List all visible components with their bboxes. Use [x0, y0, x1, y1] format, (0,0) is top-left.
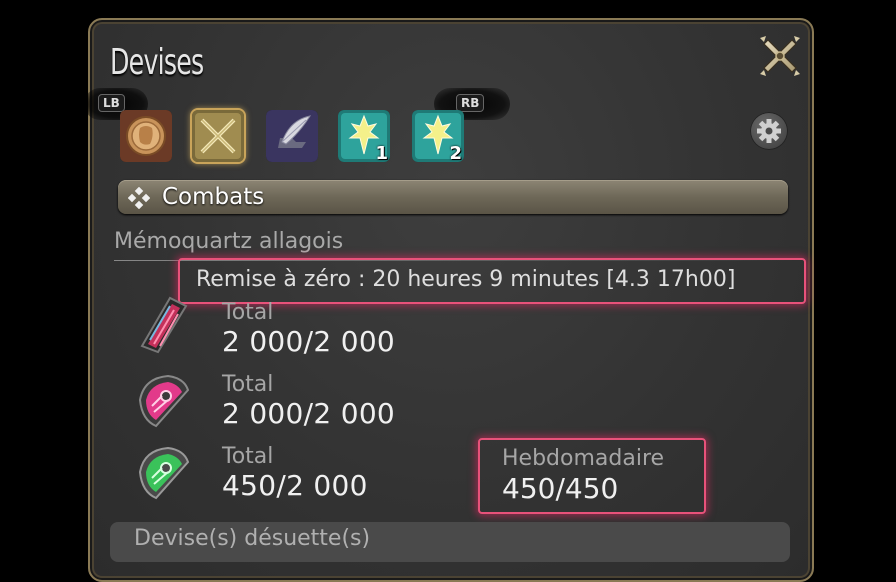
reset-timer-text: Remise à zéro : 20 heures 9 minutes [4.3…	[196, 267, 736, 292]
tab-gil[interactable]	[120, 110, 172, 162]
reset-timer: Remise à zéro : 20 heures 9 minutes [4.3…	[178, 258, 806, 304]
currency-row-1-total-value: 2 000/2 000	[222, 325, 396, 358]
currency-row-2-icon	[134, 370, 192, 432]
green-tome-icon	[138, 446, 190, 500]
currency-row-3-total-value: 450/2 000	[222, 469, 368, 502]
tab-badge: 1	[375, 143, 388, 164]
category-header-combat[interactable]: Combats	[118, 180, 788, 214]
category-label: Combats	[162, 184, 265, 210]
red-tome-icon	[140, 296, 188, 354]
currency-row-3-icon	[134, 442, 192, 504]
currency-window: Devises LB RB 1 2 Combats Mémoquartz all…	[84, 18, 814, 582]
window-title: Devises	[110, 42, 204, 83]
weekly-cap: Hebdomadaire 450/450	[478, 438, 706, 514]
tab-badge: 2	[449, 143, 462, 164]
currency-row-2-total-label: Total	[222, 372, 274, 397]
gil-coin-icon	[120, 110, 172, 162]
tab-crafting[interactable]	[266, 110, 318, 162]
gear-icon	[757, 119, 781, 143]
settings-button[interactable]	[750, 112, 788, 150]
crossed-swords-icon	[192, 110, 244, 162]
pink-tome-icon	[138, 374, 190, 428]
diamond-bullet-icon	[128, 187, 150, 209]
currency-row-2-total-value: 2 000/2 000	[222, 397, 396, 430]
currency-row-1-icon	[134, 292, 192, 354]
section-title: Mémoquartz allagois	[114, 229, 344, 254]
tab-combat[interactable]	[192, 110, 244, 162]
obsolete-currencies-header[interactable]: Devise(s) désuette(s)	[110, 522, 790, 562]
tab-scrips-2[interactable]: 2	[412, 110, 464, 164]
obsolete-label: Devise(s) désuette(s)	[134, 526, 371, 551]
currency-row-3-total-label: Total	[222, 444, 274, 469]
weekly-label: Hebdomadaire	[502, 446, 665, 471]
currency-row-1-total-label: Total	[222, 300, 274, 325]
tab-scrips-1[interactable]: 1	[338, 110, 390, 164]
weekly-value: 450/450	[502, 472, 619, 505]
close-button[interactable]	[758, 34, 802, 78]
close-icon	[760, 36, 800, 76]
quill-anvil-icon	[266, 110, 318, 162]
